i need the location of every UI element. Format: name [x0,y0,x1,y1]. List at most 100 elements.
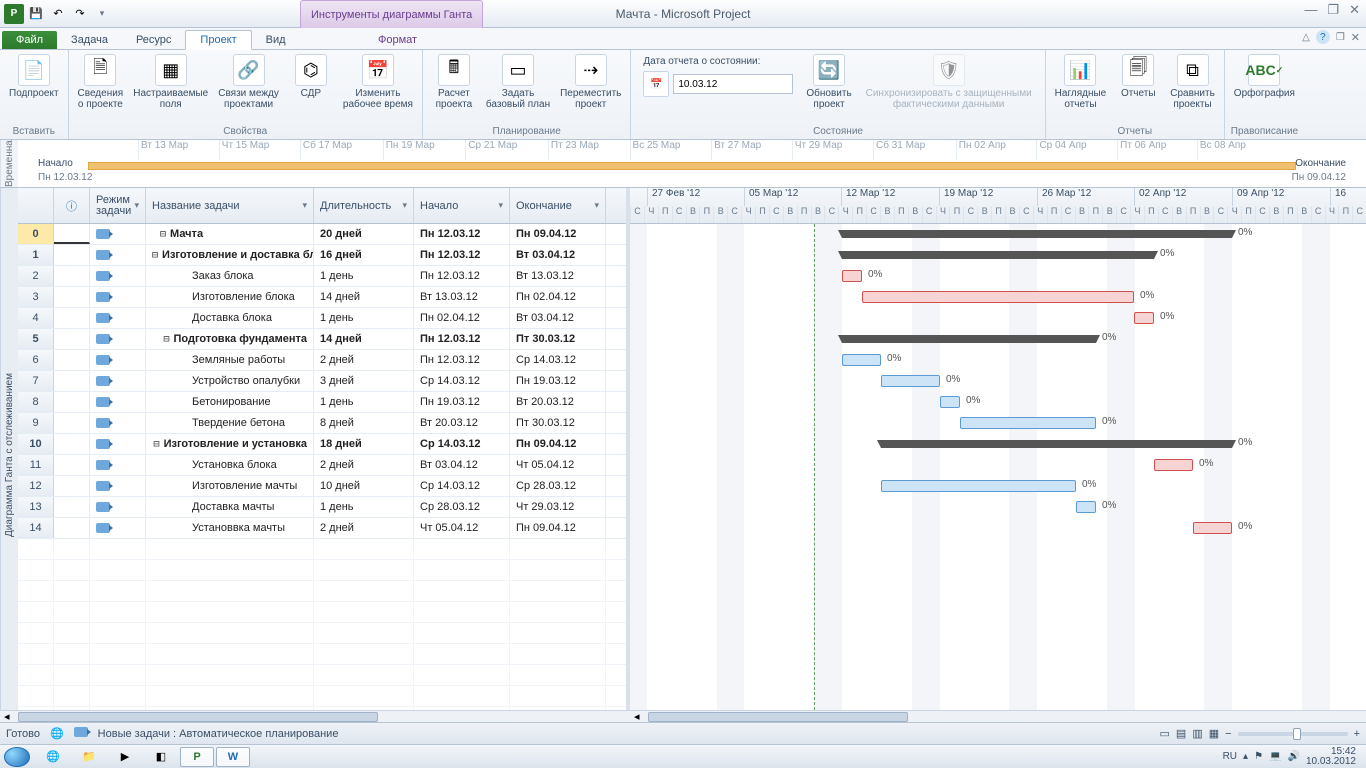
gantt-bar[interactable] [881,480,1076,492]
spelling-button[interactable]: ABC✓Орфография [1231,52,1298,101]
row-finish[interactable]: Вт 03.04.12 [510,245,606,265]
minimize-icon[interactable]: — [1304,2,1317,18]
row-start[interactable]: Пн 12.03.12 [414,329,510,349]
grid-hscroll[interactable]: ◂ [18,710,630,722]
row-finish[interactable]: Чт 29.03.12 [510,497,606,517]
row-mode[interactable] [90,245,146,265]
hdr-name[interactable]: Название задачи▾ [146,188,314,223]
row-mode[interactable] [90,329,146,349]
row-duration[interactable]: 18 дней [314,434,414,454]
restore-window-icon[interactable]: ❐ [1336,32,1345,43]
table-row[interactable]: 14Установвка мачты2 днейЧт 05.04.12Пн 09… [18,518,626,539]
tray-volume-icon[interactable]: 🔊 [1287,751,1299,762]
timeline-vtab[interactable]: Временна [0,140,18,187]
row-finish[interactable]: Пн 09.04.12 [510,434,606,454]
gantt-chart[interactable]: 27 Фев '1205 Мар '1212 Мар '1219 Мар '12… [630,188,1366,722]
gantt-bar[interactable] [881,375,940,387]
row-info[interactable] [54,266,90,286]
row-finish[interactable]: Вт 03.04.12 [510,308,606,328]
zoom-slider[interactable] [1238,732,1348,736]
move-project-button[interactable]: ⇢Переместить проект [557,52,624,112]
row-finish[interactable]: Ср 28.03.12 [510,476,606,496]
tray-network-icon[interactable]: 💻 [1269,751,1281,762]
row-duration[interactable]: 1 день [314,308,414,328]
row-mode[interactable] [90,434,146,454]
row-duration[interactable]: 14 дней [314,287,414,307]
help-icon[interactable]: ? [1316,30,1330,44]
row-mode[interactable] [90,266,146,286]
row-mode[interactable] [90,455,146,475]
zoom-out-icon[interactable]: − [1225,728,1231,740]
row-mode[interactable] [90,518,146,538]
row-finish[interactable]: Пн 09.04.12 [510,224,606,244]
gantt-bar[interactable] [862,291,1134,303]
row-start[interactable]: Ср 14.03.12 [414,371,510,391]
row-info[interactable] [54,455,90,475]
table-row[interactable]: 13Доставка мачты1 деньСр 28.03.12Чт 29.0… [18,497,626,518]
row-name[interactable]: Земляные работы [146,350,314,370]
row-info[interactable] [54,392,90,412]
row-info[interactable] [54,245,90,265]
row-start[interactable]: Чт 05.04.12 [414,518,510,538]
tab-file[interactable]: Файл [2,31,57,49]
gantt-bar[interactable] [960,417,1096,429]
row-name[interactable]: ⊟Изготовление и установка [146,434,314,454]
reports-button[interactable]: 🗐Отчеты [1113,52,1163,101]
tab-resource[interactable]: Ресурс [122,31,185,49]
row-name[interactable]: ⊟Мачта [146,224,314,244]
row-id[interactable]: 12 [18,476,54,496]
row-duration[interactable]: 8 дней [314,413,414,433]
zoom-in-icon[interactable]: + [1354,728,1360,740]
row-info[interactable] [54,329,90,349]
row-name[interactable]: ⊟Подготовка фундамента [146,329,314,349]
row-duration[interactable]: 2 дней [314,350,414,370]
calculate-button[interactable]: 🖩Расчет проекта [429,52,479,112]
row-id[interactable]: 11 [18,455,54,475]
table-row[interactable]: 12Изготовление мачты10 днейСр 14.03.12Ср… [18,476,626,497]
row-duration[interactable]: 1 день [314,266,414,286]
redo-icon[interactable]: ↷ [70,4,90,24]
row-start[interactable]: Ср 14.03.12 [414,476,510,496]
table-row[interactable]: 8Бетонирование1 деньПн 19.03.12Вт 20.03.… [18,392,626,413]
row-duration[interactable]: 3 дней [314,371,414,391]
row-info[interactable] [54,287,90,307]
row-id[interactable]: 1 [18,245,54,265]
taskbar-explorer-icon[interactable]: 📁 [72,747,106,767]
row-id[interactable]: 6 [18,350,54,370]
row-mode[interactable] [90,497,146,517]
compare-button[interactable]: ⧉Сравнить проекты [1167,52,1218,112]
subproject-button[interactable]: 📄Подпроект [6,52,62,101]
view-vtab[interactable]: Диаграмма Ганта с отслеживанием [0,188,18,722]
grid-body[interactable]: 0⊟Мачта20 днейПн 12.03.12Пн 09.04.121⊟Из… [18,224,626,722]
row-info[interactable] [54,518,90,538]
gantt-body[interactable]: 0%0%0%0%0%0%0%0%0%0%0%0%0%0%0% [630,224,1366,710]
app-icon[interactable]: P [4,4,24,24]
ribbon-minimize-icon[interactable]: △ [1302,32,1310,43]
row-name[interactable]: Доставка блока [146,308,314,328]
row-start[interactable]: Пн 19.03.12 [414,392,510,412]
row-duration[interactable]: 2 дней [314,518,414,538]
row-start[interactable]: Пн 12.03.12 [414,350,510,370]
row-mode[interactable] [90,308,146,328]
table-row[interactable]: 4Доставка блока1 деньПн 02.04.12Вт 03.04… [18,308,626,329]
visual-reports-button[interactable]: 📊Наглядные отчеты [1052,52,1110,112]
taskbar-app-icon[interactable]: ◧ [144,747,178,767]
row-id[interactable]: 0 [18,224,54,244]
start-button[interactable] [4,747,30,767]
row-id[interactable]: 9 [18,413,54,433]
links-button[interactable]: 🔗Связи между проектами [215,52,282,112]
timeline-bar[interactable] [88,162,1296,170]
taskbar-media-icon[interactable]: ▶ [108,747,142,767]
custom-fields-button[interactable]: ▦Настраиваемые поля [130,52,211,112]
row-duration[interactable]: 2 дней [314,455,414,475]
table-row[interactable]: 9Твердение бетона8 днейВт 20.03.12Пт 30.… [18,413,626,434]
tab-task[interactable]: Задача [57,31,122,49]
row-name[interactable]: Доставка мачты [146,497,314,517]
table-row[interactable]: 6Земляные работы2 днейПн 12.03.12Ср 14.0… [18,350,626,371]
gantt-bar[interactable] [842,335,1096,343]
row-start[interactable]: Ср 28.03.12 [414,497,510,517]
row-name[interactable]: Изготовление мачты [146,476,314,496]
row-info[interactable] [54,224,90,244]
tab-view[interactable]: Вид [252,31,300,49]
row-finish[interactable]: Вт 20.03.12 [510,392,606,412]
